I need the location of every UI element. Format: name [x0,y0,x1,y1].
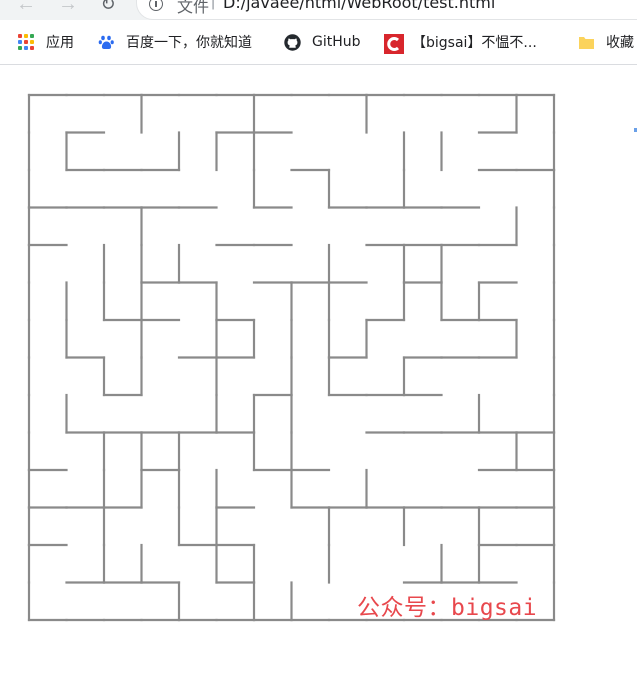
maze [27,93,556,622]
address-bar[interactable]: 文件 | D:/javaee/html/WebRoot/test.html [136,0,637,20]
bookmark-label: 应用 [46,35,74,51]
bookmark-label: 收藏 [606,35,634,51]
bookmark-label: 【bigsai】不愠不... [412,35,537,51]
reload-icon[interactable]: ↻ [96,0,120,16]
bookmark-apps[interactable]: 应用 [18,33,74,51]
bookmark-baidu[interactable]: 百度一下，你就知道 [98,33,252,51]
apps-icon [18,33,35,51]
bookmark-folder[interactable]: 收藏 [578,33,634,51]
bookmark-bigsai[interactable]: 【bigsai】不愠不... [384,33,537,54]
bookmark-label: GitHub [312,34,361,50]
browser-toolbar: ← → ↻ 文件 | D:/javaee/html/WebRoot/test.h… [0,0,637,20]
baidu-paw-icon [98,34,115,51]
watermark-text: 公众号：bigsai [357,595,538,621]
arrow-right-icon[interactable]: → [56,0,80,16]
bookmark-label: 百度一下，你就知道 [126,35,252,51]
info-icon[interactable] [149,0,163,11]
maze-canvas-area [0,65,637,698]
url-text[interactable]: D:/javaee/html/WebRoot/test.html [223,0,495,12]
bookmark-github[interactable]: GitHub [284,33,361,51]
bigsai-c-icon [384,33,404,54]
file-scheme-label: 文件 [177,0,210,16]
arrow-left-icon[interactable]: ← [14,0,38,16]
scheme-separator: | [211,0,216,10]
folder-icon [578,34,595,51]
github-icon [284,33,301,51]
bookmarks-bar: 应用 百度一下，你就知道 GitHub 【bigsai】不愠不... 收藏 [0,20,637,65]
